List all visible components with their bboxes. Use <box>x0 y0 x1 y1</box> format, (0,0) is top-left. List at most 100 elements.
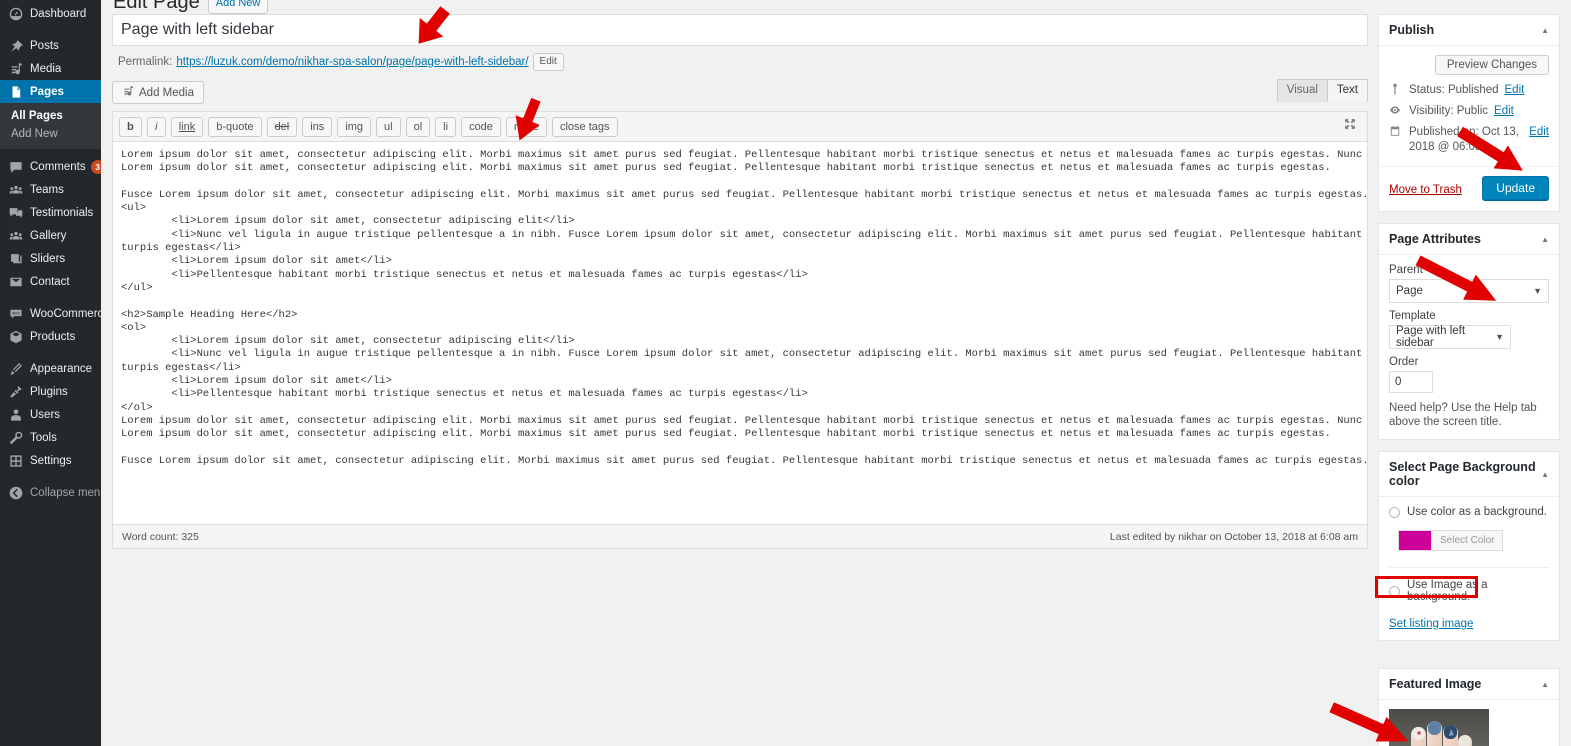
menu-separator-5 <box>0 472 101 481</box>
sidebar-subitem-all-pages[interactable]: All Pages <box>11 107 101 125</box>
sidebar-item-collapse-menu[interactable]: Collapse menu <box>0 481 107 504</box>
chevron-up-icon[interactable]: ▲ <box>1541 235 1549 244</box>
permalink-url-link[interactable]: https://luzuk.com/demo/nikhar-spa-salon/… <box>176 56 528 68</box>
sidebar-item-users[interactable]: Users <box>0 403 101 426</box>
qt-button-ul[interactable]: ul <box>376 117 401 137</box>
use-color-radio-row[interactable]: Use color as a background. <box>1389 506 1549 518</box>
sidebar-item-teams[interactable]: Teams <box>0 178 101 201</box>
template-select[interactable]: Page with left sidebar ▼ <box>1389 325 1511 349</box>
tab-visual[interactable]: Visual <box>1276 79 1328 102</box>
page-background-body: Use color as a background. Select Color … <box>1379 497 1559 640</box>
select-color-label: Select Color <box>1431 531 1502 550</box>
chevron-up-icon[interactable]: ▲ <box>1541 26 1549 35</box>
update-button[interactable]: Update <box>1482 176 1549 200</box>
qt-button-ins[interactable]: ins <box>302 117 333 137</box>
qt-button-img[interactable]: img <box>337 117 372 137</box>
groups-icon <box>7 182 25 198</box>
add-media-label: Add Media <box>139 86 194 99</box>
set-listing-image-link[interactable]: Set listing image <box>1389 618 1473 630</box>
edit-visibility-link[interactable]: Edit <box>1494 104 1514 119</box>
color-picker[interactable]: Select Color <box>1398 530 1504 551</box>
sidebar-item-dashboard[interactable]: Dashboard <box>0 2 101 25</box>
sidebar-column: Publish ▲ Preview Changes Status: Publis… <box>1378 14 1560 746</box>
page-background-header[interactable]: Select Page Background color ▲ <box>1379 452 1559 497</box>
sidebar-item-label: Appearance <box>30 362 93 375</box>
page-attributes-metabox: Page Attributes ▲ Parent Page ▼ Template… <box>1378 223 1560 440</box>
sidebar-item-products[interactable]: Products <box>0 325 101 348</box>
add-media-icon <box>122 85 134 100</box>
chevron-up-icon[interactable]: ▲ <box>1541 680 1549 689</box>
qt-button-del[interactable]: del <box>266 117 298 137</box>
media-buttons-row: Add Media Visual Text <box>112 77 1368 111</box>
sidebar-item-plugins[interactable]: Plugins <box>0 380 101 403</box>
sidebar-item-testimonials[interactable]: Testimonials <box>0 201 101 224</box>
edit-status-link[interactable]: Edit <box>1505 83 1525 98</box>
qt-button-code[interactable]: code <box>461 117 501 137</box>
menu-separator-4 <box>0 348 101 357</box>
distraction-free-icon[interactable] <box>1343 117 1359 133</box>
move-to-trash-link[interactable]: Move to Trash <box>1389 184 1462 196</box>
major-publishing-actions: Move to Trash Update <box>1379 166 1559 211</box>
qt-button-b[interactable]: b <box>119 117 142 137</box>
page-background-title: Select Page Background color <box>1389 460 1536 488</box>
sidebar-subitem-add-new[interactable]: Add New <box>11 125 101 143</box>
edit-published-link[interactable]: Edit <box>1529 125 1549 140</box>
sidebar-item-settings[interactable]: Settings <box>0 449 101 472</box>
sidebar-item-appearance[interactable]: Appearance <box>0 357 101 380</box>
move-to-trash-wrap: Move to Trash <box>1389 181 1462 196</box>
qt-button-more[interactable]: more <box>505 117 547 137</box>
wp-body: Edit Page Add New Permalink: https://luz… <box>101 0 1571 746</box>
post-title-input[interactable] <box>112 14 1368 46</box>
page-attributes-header[interactable]: Page Attributes ▲ <box>1379 224 1559 255</box>
qt-button-link[interactable]: link <box>170 117 204 137</box>
parent-select-value: Page <box>1396 285 1423 297</box>
sidebar-item-sliders[interactable]: Sliders <box>0 247 101 270</box>
status-row: Status: Published Edit <box>1389 80 1549 101</box>
misc-publishing-actions: Status: Published Edit Visibility: Publi… <box>1379 80 1559 166</box>
use-image-radio-row[interactable]: Use Image as a background. <box>1389 579 1549 603</box>
edit-permalink-button[interactable]: Edit <box>532 53 564 71</box>
qt-button-close-tags[interactable]: close tags <box>551 117 618 137</box>
sidebar-item-woocommerce[interactable]: woo WooCommerce <box>0 302 110 325</box>
order-input[interactable]: 0 <box>1389 371 1433 393</box>
sidebar-item-comments[interactable]: Comments 3 <box>0 155 105 178</box>
qt-button-b-quote[interactable]: b-quote <box>208 117 262 137</box>
publish-metabox-header[interactable]: Publish ▲ <box>1379 15 1559 46</box>
sidebar-item-contact[interactable]: Contact <box>0 270 101 293</box>
sidebar-item-label: Plugins <box>30 385 68 398</box>
featured-image-header[interactable]: Featured Image ▲ <box>1379 669 1559 700</box>
slides-icon <box>7 251 25 267</box>
word-count: Word count: 325 <box>122 530 199 543</box>
add-new-button[interactable]: Add New <box>207 0 269 14</box>
sidebar-item-posts[interactable]: Posts <box>0 34 101 57</box>
publish-metabox-body: Preview Changes Status: Published Edit V… <box>1379 46 1559 211</box>
admin-sidebar: Dashboard Posts Media Pages All Pages Ad… <box>0 0 110 746</box>
qt-button-li[interactable]: li <box>435 117 457 137</box>
sidebar-item-gallery[interactable]: Gallery <box>0 224 101 247</box>
editor-container: b i link b-quote del ins img ul ol li co… <box>112 111 1368 525</box>
qt-button-ol[interactable]: ol <box>405 117 431 137</box>
sidebar-item-pages[interactable]: Pages <box>0 80 108 103</box>
users-icon <box>7 407 25 423</box>
use-image-radio[interactable] <box>1389 585 1400 597</box>
use-color-radio[interactable] <box>1389 506 1400 518</box>
page-background-metabox: Select Page Background color ▲ Use color… <box>1378 451 1560 641</box>
add-media-button[interactable]: Add Media <box>112 81 204 104</box>
qt-button-i[interactable]: i <box>146 117 166 137</box>
post-content-textarea[interactable] <box>113 142 1367 521</box>
tab-text[interactable]: Text <box>1326 79 1368 102</box>
template-label: Template <box>1389 310 1436 322</box>
collapse-icon <box>7 485 25 501</box>
sidebar-item-tools[interactable]: Tools <box>0 426 101 449</box>
sidebar-item-media[interactable]: Media <box>0 57 101 80</box>
chevron-down-icon: ▼ <box>1495 332 1504 342</box>
menu-separator-1 <box>0 25 101 34</box>
parent-select[interactable]: Page ▼ <box>1389 279 1549 303</box>
use-image-label: Use Image as a background. <box>1407 579 1488 603</box>
featured-image-thumbnail[interactable] <box>1389 709 1489 746</box>
preview-changes-button[interactable]: Preview Changes <box>1434 55 1549 75</box>
media-icon <box>7 61 25 77</box>
pages-submenu: All Pages Add New <box>0 103 101 149</box>
chevron-up-icon[interactable]: ▲ <box>1541 470 1549 479</box>
editor-status-bar: Word count: 325 Last edited by nikhar on… <box>112 525 1368 549</box>
